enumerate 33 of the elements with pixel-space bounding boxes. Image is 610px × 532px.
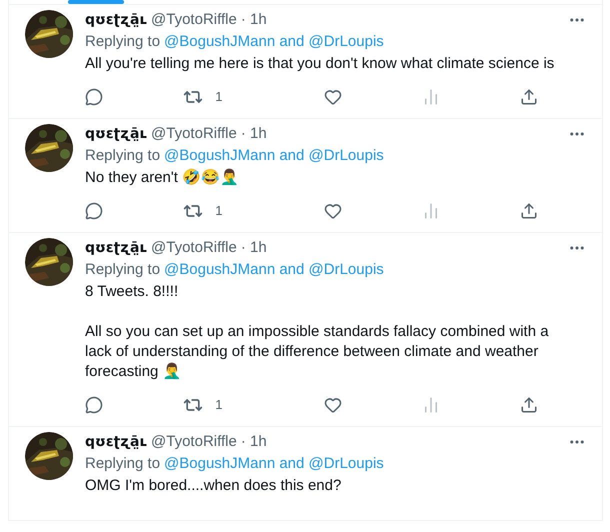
share-icon[interactable] (520, 396, 538, 414)
reply-icon[interactable] (85, 396, 103, 414)
display-name[interactable]: qʊɛʈʐā̤ʟ (85, 238, 148, 258)
timestamp[interactable]: · 1h (240, 10, 267, 30)
retweet-count: 1 (215, 202, 222, 220)
display-name[interactable]: qʊɛʈʐā̤ʟ (85, 432, 148, 452)
user-handle: @TyotoRiffle (151, 238, 237, 258)
like-icon[interactable] (324, 88, 342, 106)
tweet-text: No they aren't 🤣😂🤦‍♂ (85, 168, 240, 188)
timestamp[interactable]: · 1h (240, 238, 267, 258)
display-name[interactable]: qʊɛʈʐā̤ʟ (85, 124, 148, 144)
replying-label: Replying to (85, 32, 160, 52)
replying-label: Replying to (85, 146, 160, 166)
share-icon[interactable] (520, 202, 538, 220)
reply-icon[interactable] (85, 88, 103, 106)
tweet-text: OMG I'm bored....when does this end? (85, 476, 342, 496)
user-handle: @TyotoRiffle (151, 124, 237, 144)
share-icon[interactable] (520, 88, 538, 106)
replying-label: Replying to (85, 454, 160, 474)
retweet-count: 1 (215, 88, 222, 106)
replying-label: Replying to (85, 260, 160, 280)
like-icon[interactable] (324, 202, 342, 220)
timestamp[interactable]: · 1h (240, 124, 267, 144)
like-icon[interactable] (324, 396, 342, 414)
display-name[interactable]: qʊɛʈʐā̤ʟ (85, 10, 148, 30)
tweet-text: All you're telling me here is that you don't know what climate science is (85, 54, 556, 74)
retweet-count: 1 (215, 396, 222, 414)
reply-icon[interactable] (85, 202, 103, 220)
user-handle: @TyotoRiffle (151, 10, 237, 30)
tweet-text: 8 Tweets. 8!!!! (85, 282, 180, 302)
user-handle: @TyotoRiffle (151, 432, 237, 452)
tweet-text: All so you can set up an impossible standards fallacy combined with a lack of understanding of the difference between climate and weather forecasting 🤦‍♂ (85, 322, 550, 382)
timestamp[interactable]: · 1h (240, 432, 267, 452)
